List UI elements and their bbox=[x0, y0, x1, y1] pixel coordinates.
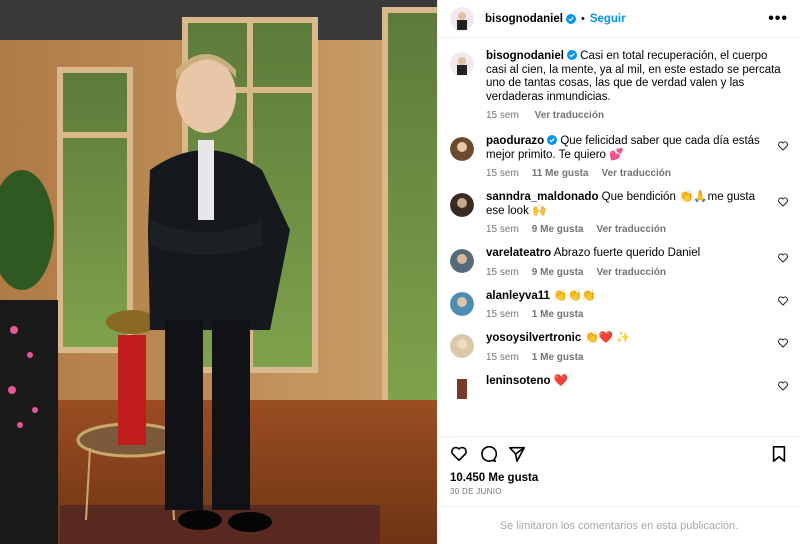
heart-icon[interactable] bbox=[778, 338, 788, 348]
heart-icon[interactable] bbox=[778, 296, 788, 306]
separator-dot: • bbox=[580, 12, 585, 25]
caption-avatar[interactable] bbox=[450, 52, 474, 76]
author-username[interactable]: bisognodaniel bbox=[485, 13, 563, 25]
commenter-avatar[interactable] bbox=[450, 249, 474, 273]
heart-icon[interactable] bbox=[778, 141, 788, 151]
commenter-avatar[interactable] bbox=[450, 376, 474, 401]
heart-icon[interactable] bbox=[778, 253, 788, 263]
comment-username[interactable]: leninsoteno bbox=[486, 375, 551, 387]
verified-icon bbox=[547, 135, 558, 145]
share-icon[interactable] bbox=[508, 445, 526, 463]
post-date: 30 DE JUNIO bbox=[450, 487, 502, 496]
comment-likes[interactable]: 1 Me gusta bbox=[532, 309, 584, 320]
comment-row: alanleyva11 👏👏👏 15 sem 1 Me gusta bbox=[450, 289, 788, 320]
follow-button[interactable]: Seguir bbox=[590, 13, 626, 25]
comment-username[interactable]: varelateatro bbox=[486, 247, 551, 259]
comment-text: 👏👏👏 bbox=[553, 289, 597, 302]
post-panel: bisognodaniel • Seguir ••• bisognodaniel… bbox=[437, 0, 800, 544]
comments-list[interactable]: bisognodaniel Casi en total recuperación… bbox=[438, 38, 800, 436]
comment-translate[interactable]: Ver traducción bbox=[596, 224, 665, 235]
comment-text: ❤️ bbox=[553, 374, 569, 387]
likes-count[interactable]: 10.450 Me gusta bbox=[438, 470, 800, 484]
comment-username[interactable]: sanndra_maldonado bbox=[486, 191, 598, 203]
comment-text: Abrazo fuerte querido Daniel bbox=[553, 247, 701, 259]
caption-username[interactable]: bisognodaniel bbox=[486, 50, 564, 62]
action-bar bbox=[438, 436, 800, 470]
post-header: bisognodaniel • Seguir ••• bbox=[438, 0, 800, 38]
caption-time[interactable]: 15 sem bbox=[486, 110, 519, 121]
comment-translate[interactable]: Ver traducción bbox=[602, 168, 671, 179]
commenter-avatar[interactable] bbox=[450, 137, 474, 161]
author-avatar[interactable] bbox=[450, 6, 474, 31]
heart-icon[interactable] bbox=[778, 381, 788, 391]
comment-text: 👏❤️ ✨ bbox=[584, 332, 631, 344]
comment-time[interactable]: 15 sem bbox=[486, 168, 519, 179]
comment-icon[interactable] bbox=[479, 445, 497, 463]
heart-icon[interactable] bbox=[778, 197, 788, 207]
comment-row: paodurazo Que felicidad saber que cada d… bbox=[450, 135, 788, 179]
save-icon[interactable] bbox=[770, 445, 788, 463]
heart-icon[interactable] bbox=[450, 445, 468, 463]
verified-icon bbox=[565, 13, 576, 24]
caption-translate[interactable]: Ver traducción bbox=[535, 110, 604, 121]
comment-likes[interactable]: 1 Me gusta bbox=[532, 352, 584, 363]
commenter-avatar[interactable] bbox=[450, 291, 474, 316]
comment-translate[interactable]: Ver traducción bbox=[596, 267, 665, 278]
caption: bisognodaniel Casi en total recuperación… bbox=[450, 50, 788, 121]
commenter-avatar[interactable] bbox=[450, 193, 474, 217]
comments-limited-notice: Se limitaron los comentarios en esta pub… bbox=[438, 506, 800, 544]
comment-likes[interactable]: 9 Me gusta bbox=[532, 267, 584, 278]
comment-time[interactable]: 15 sem bbox=[486, 352, 519, 363]
more-icon[interactable]: ••• bbox=[768, 10, 788, 26]
post-image bbox=[0, 0, 437, 544]
comment-row: yosoysilvertronic 👏❤️ ✨ 15 sem 1 Me gusta bbox=[450, 332, 788, 363]
comment-row: sanndra_maldonado Que bendición 👏🙏me gus… bbox=[450, 191, 788, 235]
comment-row: varelateatro Abrazo fuerte querido Danie… bbox=[450, 247, 788, 278]
comment-username[interactable]: alanleyva11 bbox=[486, 290, 550, 302]
post-photo[interactable] bbox=[0, 0, 437, 544]
comment-time[interactable]: 15 sem bbox=[486, 309, 519, 320]
comment-time[interactable]: 15 sem bbox=[486, 267, 519, 278]
comment-likes[interactable]: 11 Me gusta bbox=[532, 168, 589, 179]
comment-username[interactable]: yosoysilvertronic bbox=[486, 332, 581, 344]
comment-time[interactable]: 15 sem bbox=[486, 224, 519, 235]
comment-row: leninsoteno ❤️ bbox=[450, 375, 788, 401]
comment-username[interactable]: paodurazo bbox=[486, 135, 544, 147]
verified-icon bbox=[566, 50, 577, 60]
commenter-avatar[interactable] bbox=[450, 334, 474, 358]
comment-likes[interactable]: 9 Me gusta bbox=[532, 224, 584, 235]
